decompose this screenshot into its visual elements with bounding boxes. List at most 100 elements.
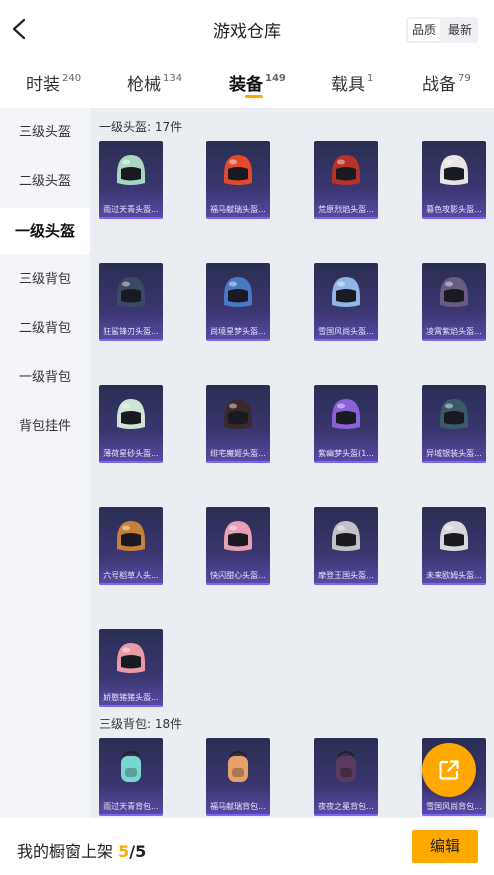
tab-count: 134 xyxy=(163,73,183,85)
share-button[interactable] xyxy=(422,743,476,797)
tab-equipment[interactable]: 装备 149 xyxy=(229,70,286,95)
tab-label: 战备 xyxy=(422,75,456,95)
helmet-icon xyxy=(332,155,360,185)
item-name: 雨过天青头盔... xyxy=(103,205,159,214)
footer-bar: 我的橱窗上架 5/5 编辑 xyxy=(0,818,494,875)
helmet-icon xyxy=(117,521,145,551)
tab-count: 79 xyxy=(458,73,471,85)
item-card[interactable]: 娇憨猪猪头盔... xyxy=(99,629,163,707)
tab-fashion[interactable]: 时装 240 xyxy=(26,70,81,95)
sidebar-item-backpack-charm[interactable]: 背包挂件 xyxy=(0,404,90,450)
tab-count: 1 xyxy=(367,73,374,85)
item-name: 紫幽梦头盔(1... xyxy=(318,449,374,458)
item-card[interactable]: 快闪甜心头盔... xyxy=(206,507,270,585)
helmet-icon xyxy=(440,399,468,429)
item-name: 福马献瑞背包... xyxy=(210,802,266,811)
sidebar-item-level2-helmet[interactable]: 二级头盔 xyxy=(0,159,90,205)
item-card[interactable]: 夜夜之冕背包... xyxy=(314,738,378,816)
item-card[interactable]: 未来欧姆头盔... xyxy=(422,507,486,585)
item-card[interactable]: 紫幽梦头盔(1... xyxy=(314,385,378,463)
helmet-icon xyxy=(224,277,252,307)
helmet-icon xyxy=(440,155,468,185)
item-card[interactable]: 六号稻草人头... xyxy=(99,507,163,585)
helmet-icon xyxy=(117,155,145,185)
backpack-icon xyxy=(228,751,248,782)
item-card[interactable]: 暮色攻影头盔... xyxy=(422,141,486,219)
showcase-total: /5 xyxy=(129,842,147,861)
sort-quality-button[interactable]: 品质 xyxy=(407,19,440,41)
sort-toggle: 品质 最新 xyxy=(405,17,478,43)
showcase-label: 我的橱窗上架 xyxy=(17,842,114,861)
tab-label: 时装 xyxy=(26,75,60,95)
item-card[interactable]: 雨过天青背包... xyxy=(99,738,163,816)
category-tabs: 时装 240 枪械 134 装备 149 载具 1 战备 79 xyxy=(0,58,494,106)
edit-button[interactable]: 编辑 xyxy=(412,830,478,863)
tab-label: 装备 xyxy=(229,75,263,95)
item-name: 暮色攻影头盔... xyxy=(426,205,482,214)
helmet-icon xyxy=(117,643,145,673)
helmet-icon xyxy=(440,521,468,551)
item-name: 薄荷星砂头盔... xyxy=(103,449,159,458)
backpack-icon xyxy=(336,751,356,782)
item-card[interactable]: 狂鲨锋刃头盔... xyxy=(99,263,163,341)
item-name: 尚境星梦头盔... xyxy=(210,327,266,336)
item-name: 狂鲨锋刃头盔... xyxy=(103,327,159,336)
item-card[interactable]: 雪国风尚头盔... xyxy=(314,263,378,341)
tab-weapons[interactable]: 枪械 134 xyxy=(127,70,182,95)
sort-latest-button[interactable]: 最新 xyxy=(444,19,476,41)
sidebar-item-level1-backpack[interactable]: 一级背包 xyxy=(0,355,90,401)
section-title: 一级头盔: 17件 xyxy=(99,120,183,134)
item-name: 凌霄紫焰头盔... xyxy=(426,327,482,336)
item-name: 福马献瑞头盔... xyxy=(210,205,266,214)
item-card[interactable]: 绯宅魔姬头盔... xyxy=(206,385,270,463)
header: 游戏仓库 品质 最新 xyxy=(0,0,494,58)
helmet-icon xyxy=(117,399,145,429)
item-card[interactable]: 尚境星梦头盔... xyxy=(206,263,270,341)
item-name: 异域银装头盔... xyxy=(426,449,482,458)
item-card[interactable]: 异域银装头盔... xyxy=(422,385,486,463)
tab-label: 载具 xyxy=(331,75,365,95)
tab-label: 枪械 xyxy=(127,75,161,95)
item-card[interactable]: 凌霄紫焰头盔... xyxy=(422,263,486,341)
helmet-icon xyxy=(117,277,145,307)
item-card[interactable]: 福马献瑞头盔... xyxy=(206,141,270,219)
helmet-icon xyxy=(332,399,360,429)
helmet-icon xyxy=(224,521,252,551)
helmet-icon xyxy=(224,399,252,429)
item-name: 六号稻草人头... xyxy=(103,571,159,580)
item-name: 夜夜之冕背包... xyxy=(318,802,374,811)
item-name: 雨过天青背包... xyxy=(103,802,159,811)
item-name: 绯宅魔姬头盔... xyxy=(210,449,266,458)
item-name: 荒原烈焰头盔... xyxy=(318,205,374,214)
showcase-current: 5 xyxy=(118,842,130,861)
tab-count: 149 xyxy=(265,73,286,85)
sidebar: 三级头盔 二级头盔 一级头盔 三级背包 二级背包 一级背包 背包挂件 xyxy=(0,108,90,818)
sidebar-item-level3-backpack[interactable]: 三级背包 xyxy=(0,257,90,303)
item-name: 未来欧姆头盔... xyxy=(426,571,482,580)
sidebar-item-level1-helmet[interactable]: 一级头盔 xyxy=(0,208,90,254)
item-card[interactable]: 雨过天青头盔... xyxy=(99,141,163,219)
item-card[interactable]: 薄荷星砂头盔... xyxy=(99,385,163,463)
item-name: 娇憨猪猪头盔... xyxy=(103,693,159,702)
item-card[interactable]: 摩登王国头盔... xyxy=(314,507,378,585)
tab-vehicles[interactable]: 载具 1 xyxy=(331,70,373,95)
backpack-icon xyxy=(121,751,141,782)
helmet-icon xyxy=(224,155,252,185)
tab-count: 240 xyxy=(62,73,82,85)
item-card[interactable]: 福马献瑞背包... xyxy=(206,738,270,816)
helmet-icon xyxy=(332,521,360,551)
helmet-icon xyxy=(332,277,360,307)
item-grid: 一级头盔: 17件 三级背包: 18件 雨过天青头盔... 福马献瑞头盔... 荒原… xyxy=(90,108,494,818)
helmet-icon xyxy=(440,277,468,307)
item-name: 摩登王国头盔... xyxy=(318,571,374,580)
share-external-icon xyxy=(439,760,459,780)
item-name: 雪国风尚背包... xyxy=(426,802,482,811)
item-card[interactable]: 荒原烈焰头盔... xyxy=(314,141,378,219)
active-tab-indicator xyxy=(245,95,263,98)
item-name: 快闪甜心头盔... xyxy=(210,571,266,580)
showcase-count: 我的橱窗上架 5/5 xyxy=(17,838,146,862)
sidebar-item-level2-backpack[interactable]: 二级背包 xyxy=(0,306,90,352)
item-name: 雪国风尚头盔... xyxy=(318,327,374,336)
tab-supplies[interactable]: 战备 79 xyxy=(422,70,471,95)
sidebar-item-level3-helmet[interactable]: 三级头盔 xyxy=(0,110,90,156)
